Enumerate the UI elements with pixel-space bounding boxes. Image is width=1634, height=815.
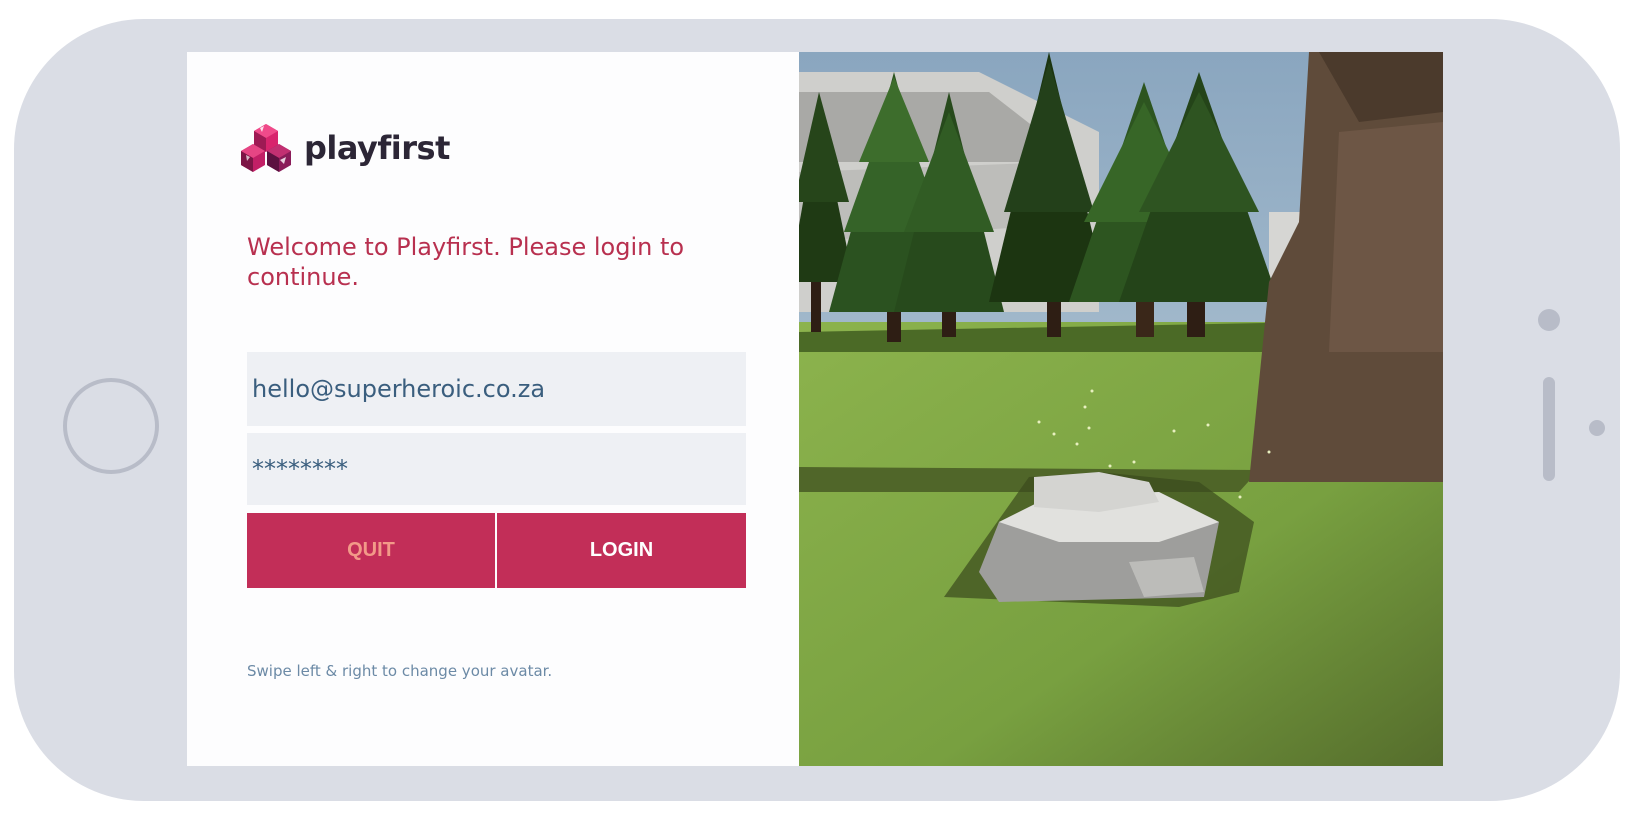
quit-button[interactable]: QUIT: [247, 513, 495, 588]
login-button[interactable]: LOGIN: [497, 513, 746, 588]
speaker-slot: [1543, 377, 1555, 481]
forest-scene-illustration: [799, 52, 1443, 766]
camera-icon: [1538, 309, 1560, 331]
app-screen: playfirst Welcome to Playfirst. Please l…: [187, 52, 1443, 766]
sensor-icon: [1589, 420, 1605, 436]
password-field[interactable]: ********: [247, 433, 746, 505]
avatar-scene[interactable]: [799, 52, 1443, 766]
button-row: QUIT LOGIN: [247, 513, 746, 588]
email-field[interactable]: hello@superheroic.co.za: [247, 352, 746, 426]
brand-logo: playfirst: [240, 122, 450, 174]
login-panel: playfirst Welcome to Playfirst. Please l…: [187, 52, 799, 766]
home-button[interactable]: [63, 378, 159, 474]
welcome-message: Welcome to Playfirst. Please login to co…: [247, 233, 685, 291]
brand-name: playfirst: [304, 129, 450, 167]
avatar-hint: Swipe left & right to change your avatar…: [247, 662, 553, 680]
playfirst-logo-icon: [241, 124, 291, 172]
